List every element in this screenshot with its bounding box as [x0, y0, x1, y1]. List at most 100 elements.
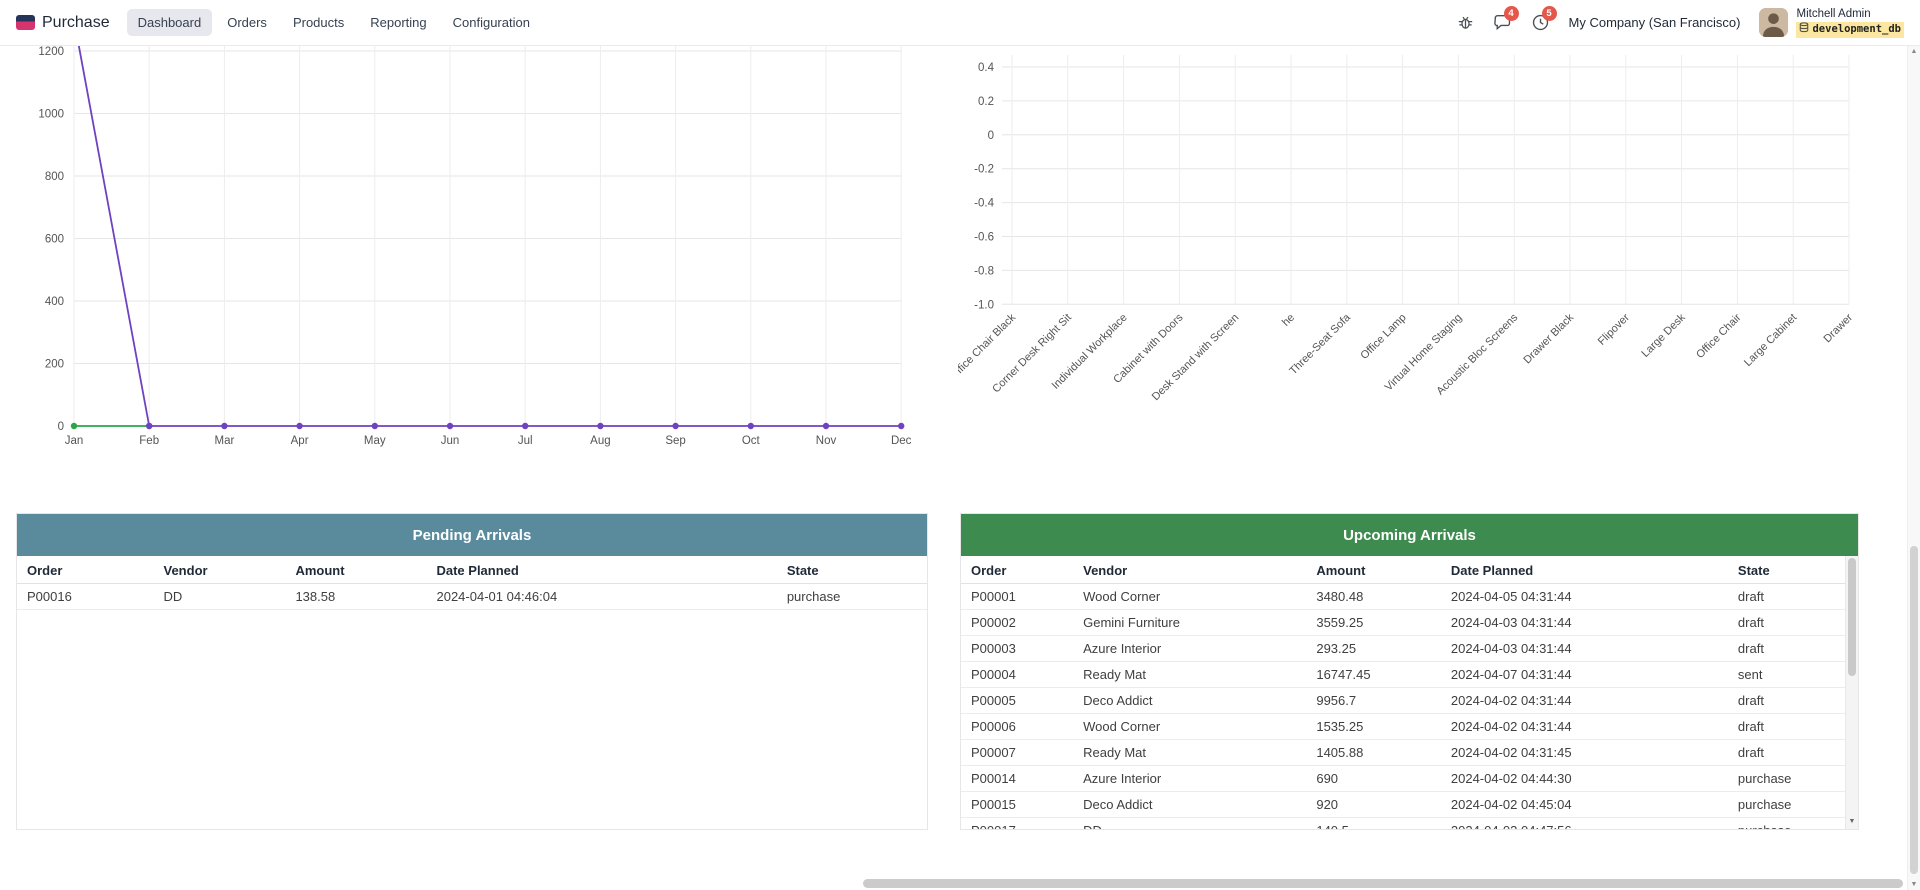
data-point [296, 423, 302, 429]
cell-amount: 293.25 [1306, 636, 1441, 662]
upcoming-arrivals-table: OrderVendorAmountDate PlannedState P0000… [961, 556, 1858, 830]
cell-amount: 690 [1306, 766, 1441, 792]
cell-date-planned: 2024-04-02 04:45:04 [1441, 792, 1728, 818]
data-point [372, 423, 378, 429]
scrollbar-thumb[interactable] [1848, 558, 1856, 676]
x-tick-label: Drawer [1822, 311, 1856, 345]
y-tick-label: 200 [45, 359, 64, 371]
table-row[interactable]: P00017DD140.52024-04-02 04:47:56purchase [961, 818, 1858, 831]
table-row[interactable]: P00005Deco Addict9956.72024-04-02 04:31:… [961, 688, 1858, 714]
x-tick-label: Drawer Black [1521, 311, 1576, 366]
y-tick-label: 0.2 [978, 96, 994, 108]
table-row[interactable]: P00002Gemini Furniture3559.252024-04-03 … [961, 610, 1858, 636]
menu-item-orders[interactable]: Orders [216, 9, 278, 36]
user-avatar [1759, 8, 1788, 37]
y-tick-label: 1000 [38, 109, 64, 121]
cell-date-planned: 2024-04-07 04:31:44 [1441, 662, 1728, 688]
table-row[interactable]: P00007Ready Mat1405.882024-04-02 04:31:4… [961, 740, 1858, 766]
x-tick-label: Office Chair [1694, 311, 1744, 361]
cell-amount: 3480.48 [1306, 584, 1441, 610]
cell-amount: 920 [1306, 792, 1441, 818]
x-tick-label: Jun [441, 435, 460, 447]
table-row[interactable]: P00014Azure Interior6902024-04-02 04:44:… [961, 766, 1858, 792]
x-tick-label: May [364, 435, 386, 447]
data-point [748, 423, 754, 429]
cell-order: P00001 [961, 584, 1073, 610]
activities-button[interactable]: 5 [1531, 13, 1550, 32]
upcoming-arrivals-title: Upcoming Arrivals [961, 514, 1858, 556]
table-header-row: OrderVendorAmountDate PlannedState [961, 556, 1858, 584]
table-row[interactable]: P00016DD138.582024-04-01 04:46:04purchas… [17, 584, 927, 610]
cell-amount: 16747.45 [1306, 662, 1441, 688]
cell-amount: 1535.25 [1306, 714, 1441, 740]
table-row[interactable]: P00001Wood Corner3480.482024-04-05 04:31… [961, 584, 1858, 610]
cell-state: draft [1728, 636, 1858, 662]
y-tick-label: 0.4 [978, 62, 995, 74]
table-header-row: OrderVendorAmountDate PlannedState [17, 556, 927, 584]
table-row[interactable]: P00006Wood Corner1535.252024-04-02 04:31… [961, 714, 1858, 740]
cell-date-planned: 2024-04-02 04:31:45 [1441, 740, 1728, 766]
debug-button[interactable] [1457, 14, 1474, 31]
scroll-up-arrow[interactable]: ▲ [1908, 48, 1920, 55]
cell-date-planned: 2024-04-01 04:46:04 [426, 584, 776, 610]
database-name: development_db [1812, 23, 1901, 37]
table-row[interactable]: P00015Deco Addict9202024-04-02 04:45:04p… [961, 792, 1858, 818]
cell-order: P00017 [961, 818, 1073, 831]
upcoming-arrivals-panel: Upcoming Arrivals OrderVendorAmountDate … [960, 513, 1859, 830]
purchase-app-icon[interactable] [16, 15, 35, 30]
company-switcher[interactable]: My Company (San Francisco) [1569, 15, 1741, 30]
column-header-amount: Amount [1306, 556, 1441, 584]
scrollbar-thumb[interactable] [1910, 546, 1918, 874]
menu-item-products[interactable]: Products [282, 9, 355, 36]
page-vertical-scrollbar[interactable]: ▲ ▼ [1907, 46, 1920, 890]
column-header-order: Order [961, 556, 1073, 584]
user-info: Mitchell Admin development_db [1796, 7, 1904, 38]
y-tick-label: 800 [45, 171, 64, 183]
app-name[interactable]: Purchase [42, 14, 110, 32]
cell-state: draft [1728, 688, 1858, 714]
cell-vendor: DD [154, 584, 286, 610]
cell-state: draft [1728, 584, 1858, 610]
scroll-down-arrow[interactable]: ▼ [1908, 881, 1920, 888]
x-tick-label: Dec [891, 435, 912, 447]
monthly-purchases-chart: 020040060080010001200JanFebMarAprMayJunJ… [12, 46, 912, 506]
table-row[interactable]: P00004Ready Mat16747.452024-04-07 04:31:… [961, 662, 1858, 688]
column-header-vendor: Vendor [1073, 556, 1306, 584]
x-tick-label: Mar [214, 435, 234, 447]
database-icon [1799, 22, 1809, 38]
cell-order: P00005 [961, 688, 1073, 714]
scrollbar-thumb[interactable] [863, 879, 1903, 888]
arrivals-panels: Pending Arrivals OrderVendorAmountDate P… [0, 513, 1920, 830]
x-tick-label: Jan [65, 435, 84, 447]
cell-date-planned: 2024-04-05 04:31:44 [1441, 584, 1728, 610]
user-menu[interactable]: Mitchell Admin development_db [1759, 7, 1904, 38]
column-header-date-planned: Date Planned [1441, 556, 1728, 584]
messages-button[interactable]: 4 [1493, 13, 1512, 32]
table-row[interactable]: P00003Azure Interior293.252024-04-03 04:… [961, 636, 1858, 662]
column-header-amount: Amount [285, 556, 426, 584]
page-horizontal-scrollbar[interactable] [0, 877, 1907, 890]
column-header-state: State [777, 556, 927, 584]
upcoming-table-scrollbar[interactable]: ▼ [1845, 556, 1858, 829]
x-tick-label: Three-Seat Sofa [1287, 311, 1353, 377]
y-tick-label: 1200 [38, 46, 64, 58]
cell-vendor: Azure Interior [1073, 636, 1306, 662]
activities-count-badge: 5 [1542, 6, 1557, 21]
bug-icon [1457, 14, 1474, 31]
scroll-down-arrow[interactable]: ▼ [1846, 814, 1858, 829]
dashboard-charts: 020040060080010001200JanFebMarAprMayJunJ… [0, 46, 1920, 513]
product-comparison-chart-svg: 0.40.20-0.2-0.4-0.6-0.8-1.0Office Chair … [958, 46, 1863, 501]
column-header-state: State [1728, 556, 1858, 584]
x-tick-label: he [1280, 312, 1297, 329]
data-point [823, 423, 829, 429]
menu-item-configuration[interactable]: Configuration [442, 9, 541, 36]
data-point [597, 423, 603, 429]
cell-vendor: Gemini Furniture [1073, 610, 1306, 636]
y-tick-label: 0 [988, 130, 994, 142]
menu-item-reporting[interactable]: Reporting [359, 9, 437, 36]
menu-item-dashboard[interactable]: Dashboard [127, 9, 213, 36]
data-point [898, 423, 904, 429]
cell-date-planned: 2024-04-02 04:31:44 [1441, 714, 1728, 740]
y-tick-label: -0.4 [974, 198, 994, 210]
cell-order: P00003 [961, 636, 1073, 662]
